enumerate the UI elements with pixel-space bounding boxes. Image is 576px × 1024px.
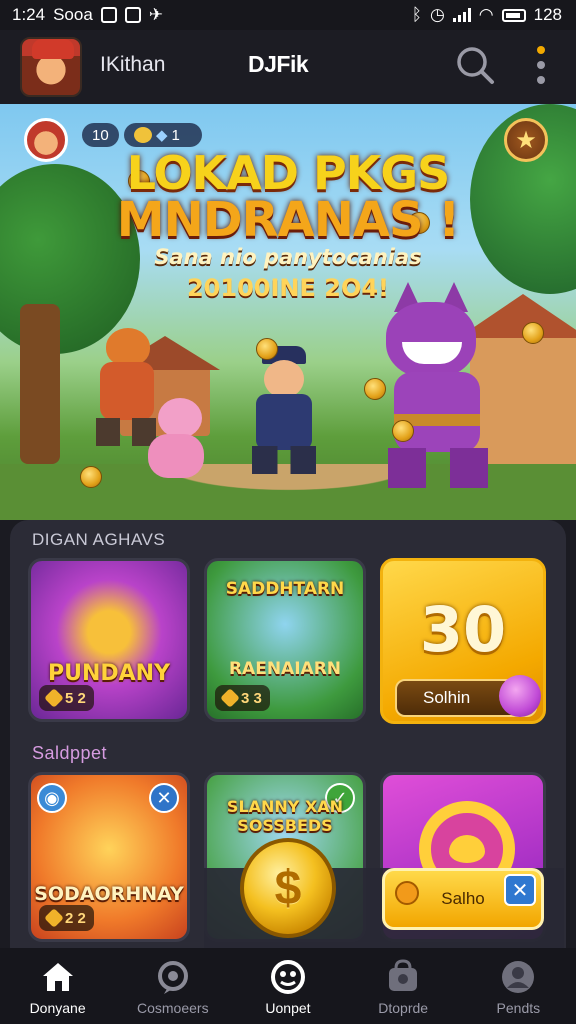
level-pill: 10 <box>82 123 119 147</box>
card-badge: 3 3 <box>215 685 270 711</box>
diamond-icon <box>44 688 64 708</box>
app-title: DJFik <box>248 51 309 77</box>
card-badge: 2 2 <box>39 905 94 931</box>
coin-icon <box>364 378 386 400</box>
nav-item-profile[interactable]: Pendts <box>461 948 576 1024</box>
chat-icon <box>157 961 188 994</box>
dollar-coin-button[interactable]: $ <box>240 838 336 938</box>
app-screen: 1:24 Sooa ✈ ᛒ ◷ ◠ 128 IKithan DJFik LOKA… <box>0 0 576 1024</box>
tree-trunk <box>20 304 60 464</box>
alarm-icon: ◷ <box>429 5 445 24</box>
card-title: SLANNY XAN SOSSBEDS <box>226 797 344 835</box>
close-icon[interactable]: ✕ <box>149 783 179 813</box>
diamond-icon <box>220 688 240 708</box>
card-badge: 5 2 <box>39 685 94 711</box>
home-icon <box>42 963 73 991</box>
username: IKithan <box>100 53 166 76</box>
profile-icon <box>502 961 535 993</box>
nav-label: Dtoprde <box>378 1000 429 1016</box>
coin-icon <box>134 127 152 143</box>
search-button[interactable] <box>454 44 496 86</box>
dollar-icon: $ <box>274 861 302 915</box>
card-subtitle: RAENAIARN <box>228 659 342 679</box>
diamond-icon <box>44 908 64 928</box>
section-title-featured: DIGAN AGHAVS <box>32 530 166 549</box>
offer-number: 30 <box>419 593 507 666</box>
badge-value: 5 2 <box>65 689 86 707</box>
card-title: PUNDANY <box>47 661 171 686</box>
nav-label: Cosmoeers <box>136 1000 209 1016</box>
section-title-second: Saldppet <box>32 743 108 763</box>
search-icon <box>457 47 494 84</box>
nav-label: Pendts <box>496 1000 541 1016</box>
game-card[interactable]: ◉ ✕ SODAORHNAY 2 2 <box>28 772 190 942</box>
favorite-button[interactable]: ★ <box>504 118 548 162</box>
status-time: 1:24 <box>12 5 46 24</box>
pink-dog-character <box>140 398 212 480</box>
game-card[interactable]: PUNDANY 5 2 <box>28 558 190 722</box>
offer-button-label: Solhin <box>423 688 471 707</box>
police-character <box>236 346 332 476</box>
level-value: 10 <box>92 126 109 144</box>
coin-icon <box>392 420 414 442</box>
more-dot-icon <box>537 61 545 69</box>
more-dot-icon <box>537 76 545 84</box>
nav-item-games[interactable]: Uonpet <box>230 948 345 1024</box>
offer-button[interactable]: Solhin <box>395 675 541 717</box>
nav-label: Uonpet <box>265 1000 311 1016</box>
app-notification-icon <box>124 7 141 23</box>
purple-cat-character <box>370 282 520 492</box>
game-card[interactable]: SADDHTARN RAENAIARN 3 3 <box>204 558 366 722</box>
badge-value: 2 2 <box>65 909 86 927</box>
bottom-nav: Donyane Cosmoeers Uonpet Dtoprde Pendts <box>0 948 576 1024</box>
more-dot-icon <box>537 46 545 54</box>
status-bar: 1:24 Sooa ✈ ᛒ ◷ ◠ 128 <box>0 0 576 30</box>
nav-item-shop[interactable]: Dtoprde <box>346 948 461 1024</box>
wifi-icon: ◠ <box>478 5 494 24</box>
card-title: SADDHTARN <box>225 579 345 599</box>
hero-title-line2: MNDRANAS ! <box>116 192 460 248</box>
close-icon[interactable]: ✕ <box>504 874 536 906</box>
coins-pill: ◆ 1 <box>124 123 202 147</box>
star-icon: ★ <box>515 126 537 154</box>
signal-icon <box>452 8 471 22</box>
controller-icon <box>270 960 305 994</box>
notification-icon <box>100 7 117 23</box>
coin-icon <box>522 322 544 344</box>
flight-icon: ✈ <box>148 5 164 24</box>
gem-icon: ◆ <box>156 127 168 144</box>
app-header: IKithan DJFik <box>0 30 576 104</box>
offer-card[interactable]: 30 Solhin <box>380 558 546 724</box>
bluetooth-icon: ᛒ <box>411 5 422 24</box>
badge-value: 3 3 <box>241 689 262 707</box>
status-battery-text: 128 <box>533 5 562 24</box>
hero-date: 20100INE 2O4! <box>186 274 389 302</box>
nav-item-community[interactable]: Cosmoeers <box>115 948 230 1024</box>
battery-icon <box>501 8 526 22</box>
nav-label: Donyane <box>29 1000 86 1016</box>
info-badge-icon[interactable]: ◉ <box>37 783 67 813</box>
more-menu-button[interactable] <box>532 46 550 84</box>
coin-icon <box>256 338 278 360</box>
card-title: SODAORHNAY <box>34 883 184 905</box>
coin-icon <box>395 881 419 905</box>
hero-subtitle: Sana nio panytocanias <box>154 245 422 269</box>
nav-item-home[interactable]: Donyane <box>0 948 115 1024</box>
hero-avatar[interactable] <box>24 118 68 162</box>
orb-icon <box>499 675 541 717</box>
coin-icon <box>80 466 102 488</box>
status-carrier: Sooa <box>53 5 93 24</box>
shop-icon <box>389 959 418 991</box>
user-avatar[interactable] <box>20 37 82 97</box>
coins-value: 1 <box>171 126 180 144</box>
claim-button-label: Salho <box>441 889 485 908</box>
